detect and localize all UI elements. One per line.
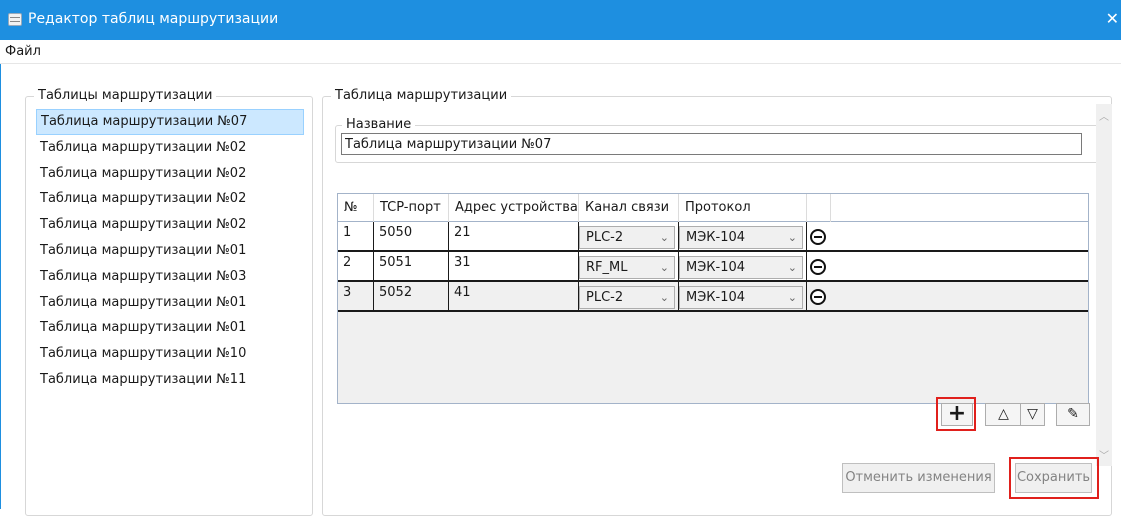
- column-header-protocol[interactable]: Протокол: [679, 194, 807, 222]
- chevron-down-icon: ⌄: [787, 231, 797, 244]
- grid-header: № TCP-порт Адрес устройства Канал связи …: [338, 194, 1088, 222]
- minus-circle-icon[interactable]: [810, 289, 826, 305]
- cell-device-address[interactable]: 21: [449, 222, 579, 250]
- name-input[interactable]: [341, 133, 1082, 155]
- move-up-button[interactable]: △: [985, 403, 1022, 426]
- minus-circle-icon[interactable]: [810, 259, 826, 275]
- table-row[interactable]: 2 5051 31 RF_ML ⌄ МЭК-104 ⌄: [338, 252, 1088, 282]
- close-icon[interactable]: ✕: [1106, 9, 1119, 28]
- cell-channel: PLC-2 ⌄: [579, 222, 679, 250]
- chevron-down-icon: ⌄: [787, 261, 797, 274]
- triangle-up-icon: △: [998, 406, 1009, 422]
- triangle-down-icon: ▽: [1027, 406, 1038, 422]
- scroll-down-icon[interactable]: ﹀: [1099, 447, 1109, 462]
- protocol-select-value: МЭК-104: [686, 290, 746, 305]
- chevron-down-icon: ⌄: [787, 291, 797, 304]
- eraser-icon: ✎: [1067, 406, 1079, 422]
- cell-tcp-port[interactable]: 5052: [374, 282, 449, 310]
- protocol-select[interactable]: МЭК-104 ⌄: [679, 286, 803, 309]
- name-label: Название: [342, 117, 416, 133]
- route-item[interactable]: Таблица маршрутизации №07: [36, 109, 304, 135]
- channel-select-value: PLC-2: [586, 290, 624, 305]
- channel-select[interactable]: PLC-2 ⌄: [579, 286, 675, 309]
- table-row[interactable]: 1 5050 21 PLC-2 ⌄ МЭК-104 ⌄: [338, 222, 1088, 252]
- protocol-select[interactable]: МЭК-104 ⌄: [679, 226, 803, 249]
- route-item[interactable]: Таблица маршрутизации №02: [36, 135, 304, 161]
- cell-tcp-port[interactable]: 5051: [374, 252, 449, 280]
- channel-select[interactable]: RF_ML ⌄: [579, 256, 675, 279]
- cell-number: 1: [338, 222, 374, 250]
- clear-button[interactable]: ✎: [1056, 403, 1090, 426]
- channel-select-value: RF_ML: [586, 260, 628, 275]
- protocol-select[interactable]: МЭК-104 ⌄: [679, 256, 803, 279]
- route-item[interactable]: Таблица маршрутизации №02: [36, 212, 304, 238]
- add-row-button[interactable]: +: [941, 403, 973, 426]
- scroll-up-icon[interactable]: ︿: [1099, 108, 1109, 123]
- menu-bar: Файл: [0, 40, 1121, 64]
- route-item[interactable]: Таблица маршрутизации №01: [36, 315, 304, 341]
- channel-select[interactable]: PLC-2 ⌄: [579, 226, 675, 249]
- route-item[interactable]: Таблица маршрутизации №03: [36, 264, 304, 290]
- table-group-title: Таблица маршрутизации: [331, 88, 512, 104]
- window-titlebar: Редактор таблиц маршрутизации ✕: [0, 0, 1121, 40]
- routes-group-title: Таблицы маршрутизации: [34, 88, 217, 104]
- cell-channel: RF_ML ⌄: [579, 252, 679, 280]
- vertical-scrollbar[interactable]: ︿ ﹀: [1096, 104, 1112, 466]
- protocol-select-value: МЭК-104: [686, 260, 746, 275]
- route-item[interactable]: Таблица маршрутизации №02: [36, 186, 304, 212]
- route-item[interactable]: Таблица маршрутизации №10: [36, 341, 304, 367]
- table-row[interactable]: 3 5052 41 PLC-2 ⌄ МЭК-104 ⌄: [338, 282, 1088, 312]
- column-header-device-address[interactable]: Адрес устройства: [449, 194, 579, 222]
- cell-protocol: МЭК-104 ⌄: [679, 222, 807, 250]
- window-left-border: [0, 64, 1, 509]
- cancel-changes-button[interactable]: Отменить изменения: [842, 463, 995, 493]
- chevron-down-icon: ⌄: [659, 291, 669, 304]
- route-item[interactable]: Таблица маршрутизации №01: [36, 238, 304, 264]
- column-header-channel[interactable]: Канал связи: [579, 194, 679, 222]
- route-item[interactable]: Таблица маршрутизации №11: [36, 367, 304, 393]
- cell-number: 3: [338, 282, 374, 310]
- column-header-actions: [807, 194, 831, 222]
- chevron-down-icon: ⌄: [659, 261, 669, 274]
- column-header-tcp-port[interactable]: TCP-порт: [374, 194, 449, 222]
- chevron-down-icon: ⌄: [659, 231, 669, 244]
- minus-circle-icon[interactable]: [810, 229, 826, 245]
- cell-device-address[interactable]: 31: [449, 252, 579, 280]
- protocol-select-value: МЭК-104: [686, 230, 746, 245]
- cell-channel: PLC-2 ⌄: [579, 282, 679, 310]
- window-title: Редактор таблиц маршрутизации: [28, 11, 279, 27]
- plus-icon: +: [947, 401, 967, 426]
- cell-protocol: МЭК-104 ⌄: [679, 282, 807, 310]
- cell-protocol: МЭК-104 ⌄: [679, 252, 807, 280]
- cell-tcp-port[interactable]: 5050: [374, 222, 449, 250]
- route-item[interactable]: Таблица маршрутизации №02: [36, 161, 304, 187]
- cell-number: 2: [338, 252, 374, 280]
- route-item[interactable]: Таблица маршрутизации №01: [36, 290, 304, 316]
- menu-file[interactable]: Файл: [5, 44, 41, 59]
- routes-list[interactable]: Таблица маршрутизации №07 Таблица маршру…: [36, 109, 304, 393]
- table-app-icon: [8, 13, 22, 26]
- save-button[interactable]: Сохранить: [1015, 463, 1092, 493]
- move-down-button[interactable]: ▽: [1020, 403, 1045, 426]
- routes-group: Таблицы маршрутизации Таблица маршрутиза…: [25, 88, 313, 516]
- routes-grid: № TCP-порт Адрес устройства Канал связи …: [337, 193, 1089, 404]
- column-header-number[interactable]: №: [338, 194, 374, 222]
- channel-select-value: PLC-2: [586, 230, 624, 245]
- cell-device-address[interactable]: 41: [449, 282, 579, 310]
